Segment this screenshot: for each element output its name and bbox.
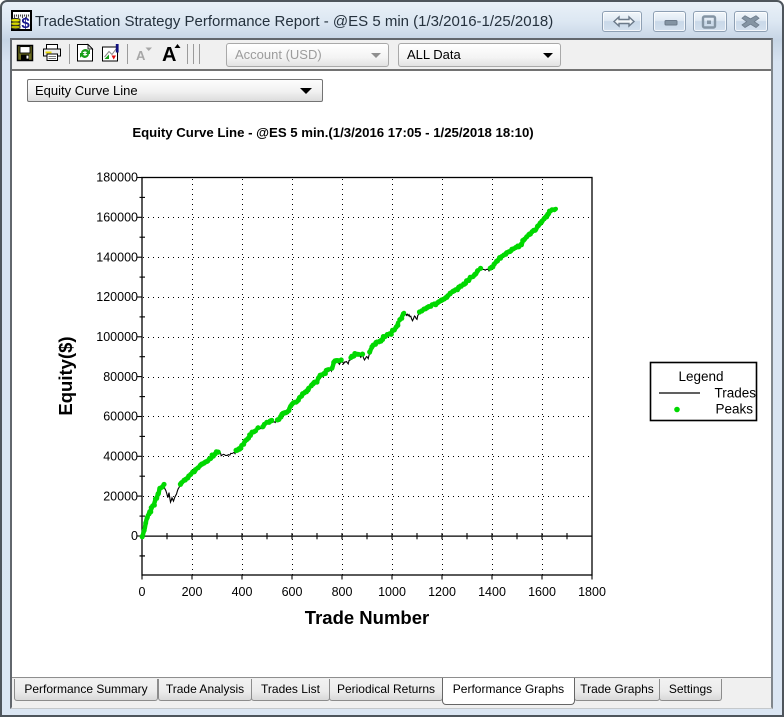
svg-text:Equity($): Equity($) — [55, 336, 76, 415]
svg-text:20000: 20000 — [103, 489, 138, 503]
svg-text:Legend: Legend — [678, 369, 723, 384]
svg-text:1200: 1200 — [428, 585, 456, 599]
svg-text:400: 400 — [232, 585, 253, 599]
svg-text:100000: 100000 — [96, 330, 138, 344]
svg-text:80000: 80000 — [103, 370, 138, 384]
svg-text:Peaks: Peaks — [715, 402, 753, 417]
svg-text:A: A — [162, 44, 176, 66]
svg-text:Trades: Trades — [714, 386, 756, 401]
svg-text:Trade Number: Trade Number — [305, 607, 429, 628]
svg-text:40000: 40000 — [103, 450, 138, 464]
svg-text:1800: 1800 — [578, 585, 606, 599]
svg-text:1000: 1000 — [378, 585, 406, 599]
svg-text:0: 0 — [139, 585, 146, 599]
svg-text:800: 800 — [332, 585, 353, 599]
svg-text:160000: 160000 — [96, 211, 138, 225]
svg-text:120000: 120000 — [96, 290, 138, 304]
svg-text:1400: 1400 — [478, 585, 506, 599]
svg-text:0: 0 — [131, 529, 138, 543]
svg-text:600: 600 — [282, 585, 303, 599]
svg-text:180000: 180000 — [96, 171, 138, 185]
svg-text:Equity Curve Line - @ES 5 min.: Equity Curve Line - @ES 5 min.(1/3/2016 … — [132, 125, 533, 140]
svg-text:140000: 140000 — [96, 250, 138, 264]
svg-text:1600: 1600 — [528, 585, 556, 599]
svg-text:60000: 60000 — [103, 410, 138, 424]
svg-text:$: $ — [21, 15, 30, 31]
svg-text:A: A — [136, 48, 146, 63]
svg-text:200: 200 — [182, 585, 203, 599]
